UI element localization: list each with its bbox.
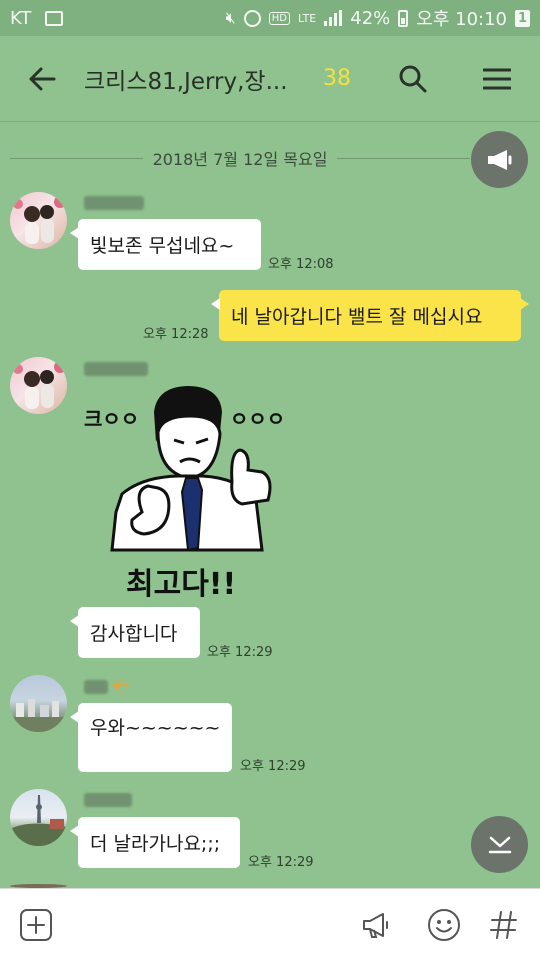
divider-line [10, 157, 143, 159]
message-time: 오후 12:28 [143, 327, 209, 342]
message-bubble[interactable]: 빛보존 무섭네요~ [70, 219, 261, 270]
status-bar: KT 🔇︎ HD LTE 42% 오후 10:10 1 [0, 0, 540, 36]
battery-percent: 42% [350, 7, 391, 29]
message-time: 오후 12:29 [240, 759, 306, 774]
sender-name: 💝︎ [84, 676, 130, 698]
chat-header: 크리스81,Jerry,장... 38 [0, 36, 540, 122]
message-time: 오후 12:08 [268, 257, 334, 272]
megaphone-icon [363, 913, 388, 938]
message-bubble[interactable]: 감사합니다 [70, 607, 200, 658]
plus-square-icon [20, 909, 52, 941]
mute-icon: 🔇︎ [225, 8, 236, 27]
chevron-down-icon [488, 836, 511, 853]
smiley-icon [428, 909, 460, 941]
sticker-text-left: 크ㅇㅇ [84, 407, 139, 431]
arrow-left-icon [29, 67, 56, 90]
megaphone-icon [487, 149, 511, 170]
scroll-to-bottom-button[interactable] [471, 816, 528, 873]
alarm-icon [243, 9, 261, 27]
message-text: 더 날라가나요;;; [90, 833, 221, 855]
message-time: 오후 12:29 [207, 645, 273, 660]
sender-name [84, 358, 148, 380]
search-icon [399, 65, 427, 92]
message-bubble[interactable]: 우와~~~~~~ [70, 703, 232, 772]
member-count[interactable]: 38 [323, 66, 383, 91]
shout-button[interactable] [357, 905, 397, 945]
message-text: 감사합니다 [90, 623, 178, 645]
blurred-name [84, 362, 148, 376]
message-input-bar [0, 888, 540, 960]
back-button[interactable] [0, 36, 84, 122]
avatar[interactable] [10, 789, 67, 846]
gallery-notification-icon [45, 10, 64, 26]
avatar[interactable] [10, 357, 67, 414]
hashtag-icon [490, 911, 517, 939]
sticker-text-bottom: 최고다!! [126, 567, 236, 602]
message-text: 네 날아갑니다 밸트 잘 메십시요 [231, 306, 483, 328]
blurred-name [84, 793, 132, 807]
hd-voice-icon: HD [268, 11, 290, 25]
profile-photo [13, 361, 66, 409]
add-attachment-button[interactable] [16, 905, 56, 945]
profile-photo [13, 196, 66, 244]
message-text: 우와~~~~~~ [90, 717, 221, 739]
divider-line [337, 157, 470, 159]
sticker-text-right: ㅇㅇㅇ [230, 407, 285, 431]
avatar[interactable] [10, 675, 67, 732]
signal-icon [324, 10, 343, 26]
notice-button[interactable] [471, 131, 528, 188]
profile-photo [10, 795, 67, 846]
search-button[interactable] [383, 49, 443, 109]
message-time: 오후 12:29 [248, 855, 314, 870]
hashtag-search-button[interactable] [484, 905, 524, 945]
menu-button[interactable] [467, 49, 527, 109]
chat-title[interactable]: 크리스81,Jerry,장... [84, 62, 310, 96]
profile-photo [10, 699, 67, 732]
hamburger-menu-icon [483, 68, 511, 89]
carrier-label: KT [10, 7, 32, 29]
date-label: 2018년 7월 12일 목요일 [152, 150, 328, 169]
sticker-image[interactable]: 크ㅇㅇ ㅇㅇㅇ 최고다!! [82, 382, 297, 604]
network-type-label: LTE [297, 11, 317, 25]
battery-icon [398, 9, 409, 27]
message-bubble[interactable]: 더 날라가나요;;; [70, 817, 240, 868]
blurred-name [84, 196, 144, 210]
heart-emoji-icon: 💝︎ [112, 679, 130, 695]
notification-count-badge: 1 [515, 9, 530, 27]
sender-name [84, 192, 144, 214]
blurred-name [84, 680, 108, 694]
sender-name [84, 789, 132, 811]
my-message-bubble[interactable]: 네 날아갑니다 밸트 잘 메십시요 [211, 290, 529, 341]
date-divider: 2018년 7월 12일 목요일 [10, 146, 470, 170]
message-text: 빛보존 무섭네요~ [90, 235, 235, 257]
emoticon-button[interactable] [424, 905, 464, 945]
avatar[interactable] [10, 192, 67, 249]
clock: 오후 10:10 [416, 9, 507, 30]
